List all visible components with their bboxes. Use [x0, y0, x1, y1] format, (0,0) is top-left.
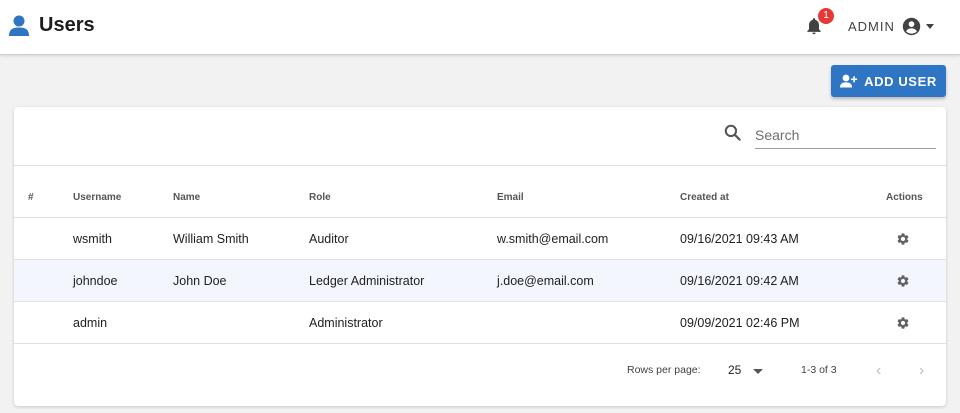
rows-per-page-label: Rows per page: — [627, 364, 701, 376]
cell-email: j.doe@email.com — [497, 274, 594, 288]
column-header-actions: Actions — [886, 192, 923, 203]
caret-down-icon — [753, 369, 763, 374]
cell-name: William Smith — [173, 232, 249, 246]
cell-created-at: 09/09/2021 02:46 PM — [680, 316, 800, 330]
account-circle-icon — [902, 17, 921, 36]
chevron-down-icon — [925, 24, 934, 29]
cell-username: johndoe — [73, 274, 118, 288]
page-title: Users — [39, 14, 95, 36]
search-icon — [724, 124, 741, 141]
account-menu[interactable]: ADMIN — [848, 17, 934, 36]
users-table-card: # Username Name Role Email Created at Ac… — [14, 107, 946, 406]
table-row[interactable]: johndoe John Doe Ledger Administrator j.… — [14, 260, 946, 302]
cell-email: w.smith@email.com — [497, 232, 609, 246]
page-header: Users — [9, 14, 95, 37]
add-user-label: ADD USER — [864, 73, 937, 89]
previous-page-icon[interactable]: ‹ — [876, 362, 881, 380]
cell-role: Auditor — [309, 232, 349, 246]
cell-role: Administrator — [309, 316, 383, 330]
column-header-name[interactable]: Name — [173, 192, 200, 203]
page-range: 1-3 of 3 — [801, 364, 837, 376]
pagination: Rows per page: 25 1-3 of 3 ‹ › — [14, 362, 946, 382]
add-user-button[interactable]: ADD USER — [831, 65, 946, 97]
search-input[interactable] — [755, 121, 936, 149]
notification-badge: 1 — [818, 8, 834, 24]
column-header-created-at[interactable]: Created at — [680, 192, 729, 203]
rows-per-page-value: 25 — [728, 363, 742, 377]
table-row[interactable]: wsmith William Smith Auditor w.smith@ema… — [14, 218, 946, 260]
gear-icon[interactable] — [896, 274, 910, 288]
column-header-number: # — [28, 192, 34, 203]
account-label: ADMIN — [848, 19, 895, 34]
app-bar: Users 1 ADMIN — [0, 0, 960, 55]
person-icon — [9, 15, 29, 36]
next-page-icon[interactable]: › — [919, 362, 924, 380]
column-header-username[interactable]: Username — [73, 192, 121, 203]
table-row[interactable]: admin Administrator 09/09/2021 02:46 PM — [14, 302, 946, 344]
column-header-role[interactable]: Role — [309, 192, 331, 203]
cell-name: John Doe — [173, 274, 227, 288]
cell-created-at: 09/16/2021 09:43 AM — [680, 232, 799, 246]
cell-role: Ledger Administrator — [309, 274, 425, 288]
cell-created-at: 09/16/2021 09:42 AM — [680, 274, 799, 288]
cell-username: wsmith — [73, 232, 112, 246]
person-add-icon — [840, 74, 858, 88]
gear-icon[interactable] — [896, 316, 910, 330]
column-header-email[interactable]: Email — [497, 192, 524, 203]
cell-username: admin — [73, 316, 108, 330]
gear-icon[interactable] — [896, 232, 910, 246]
divider — [14, 165, 946, 166]
